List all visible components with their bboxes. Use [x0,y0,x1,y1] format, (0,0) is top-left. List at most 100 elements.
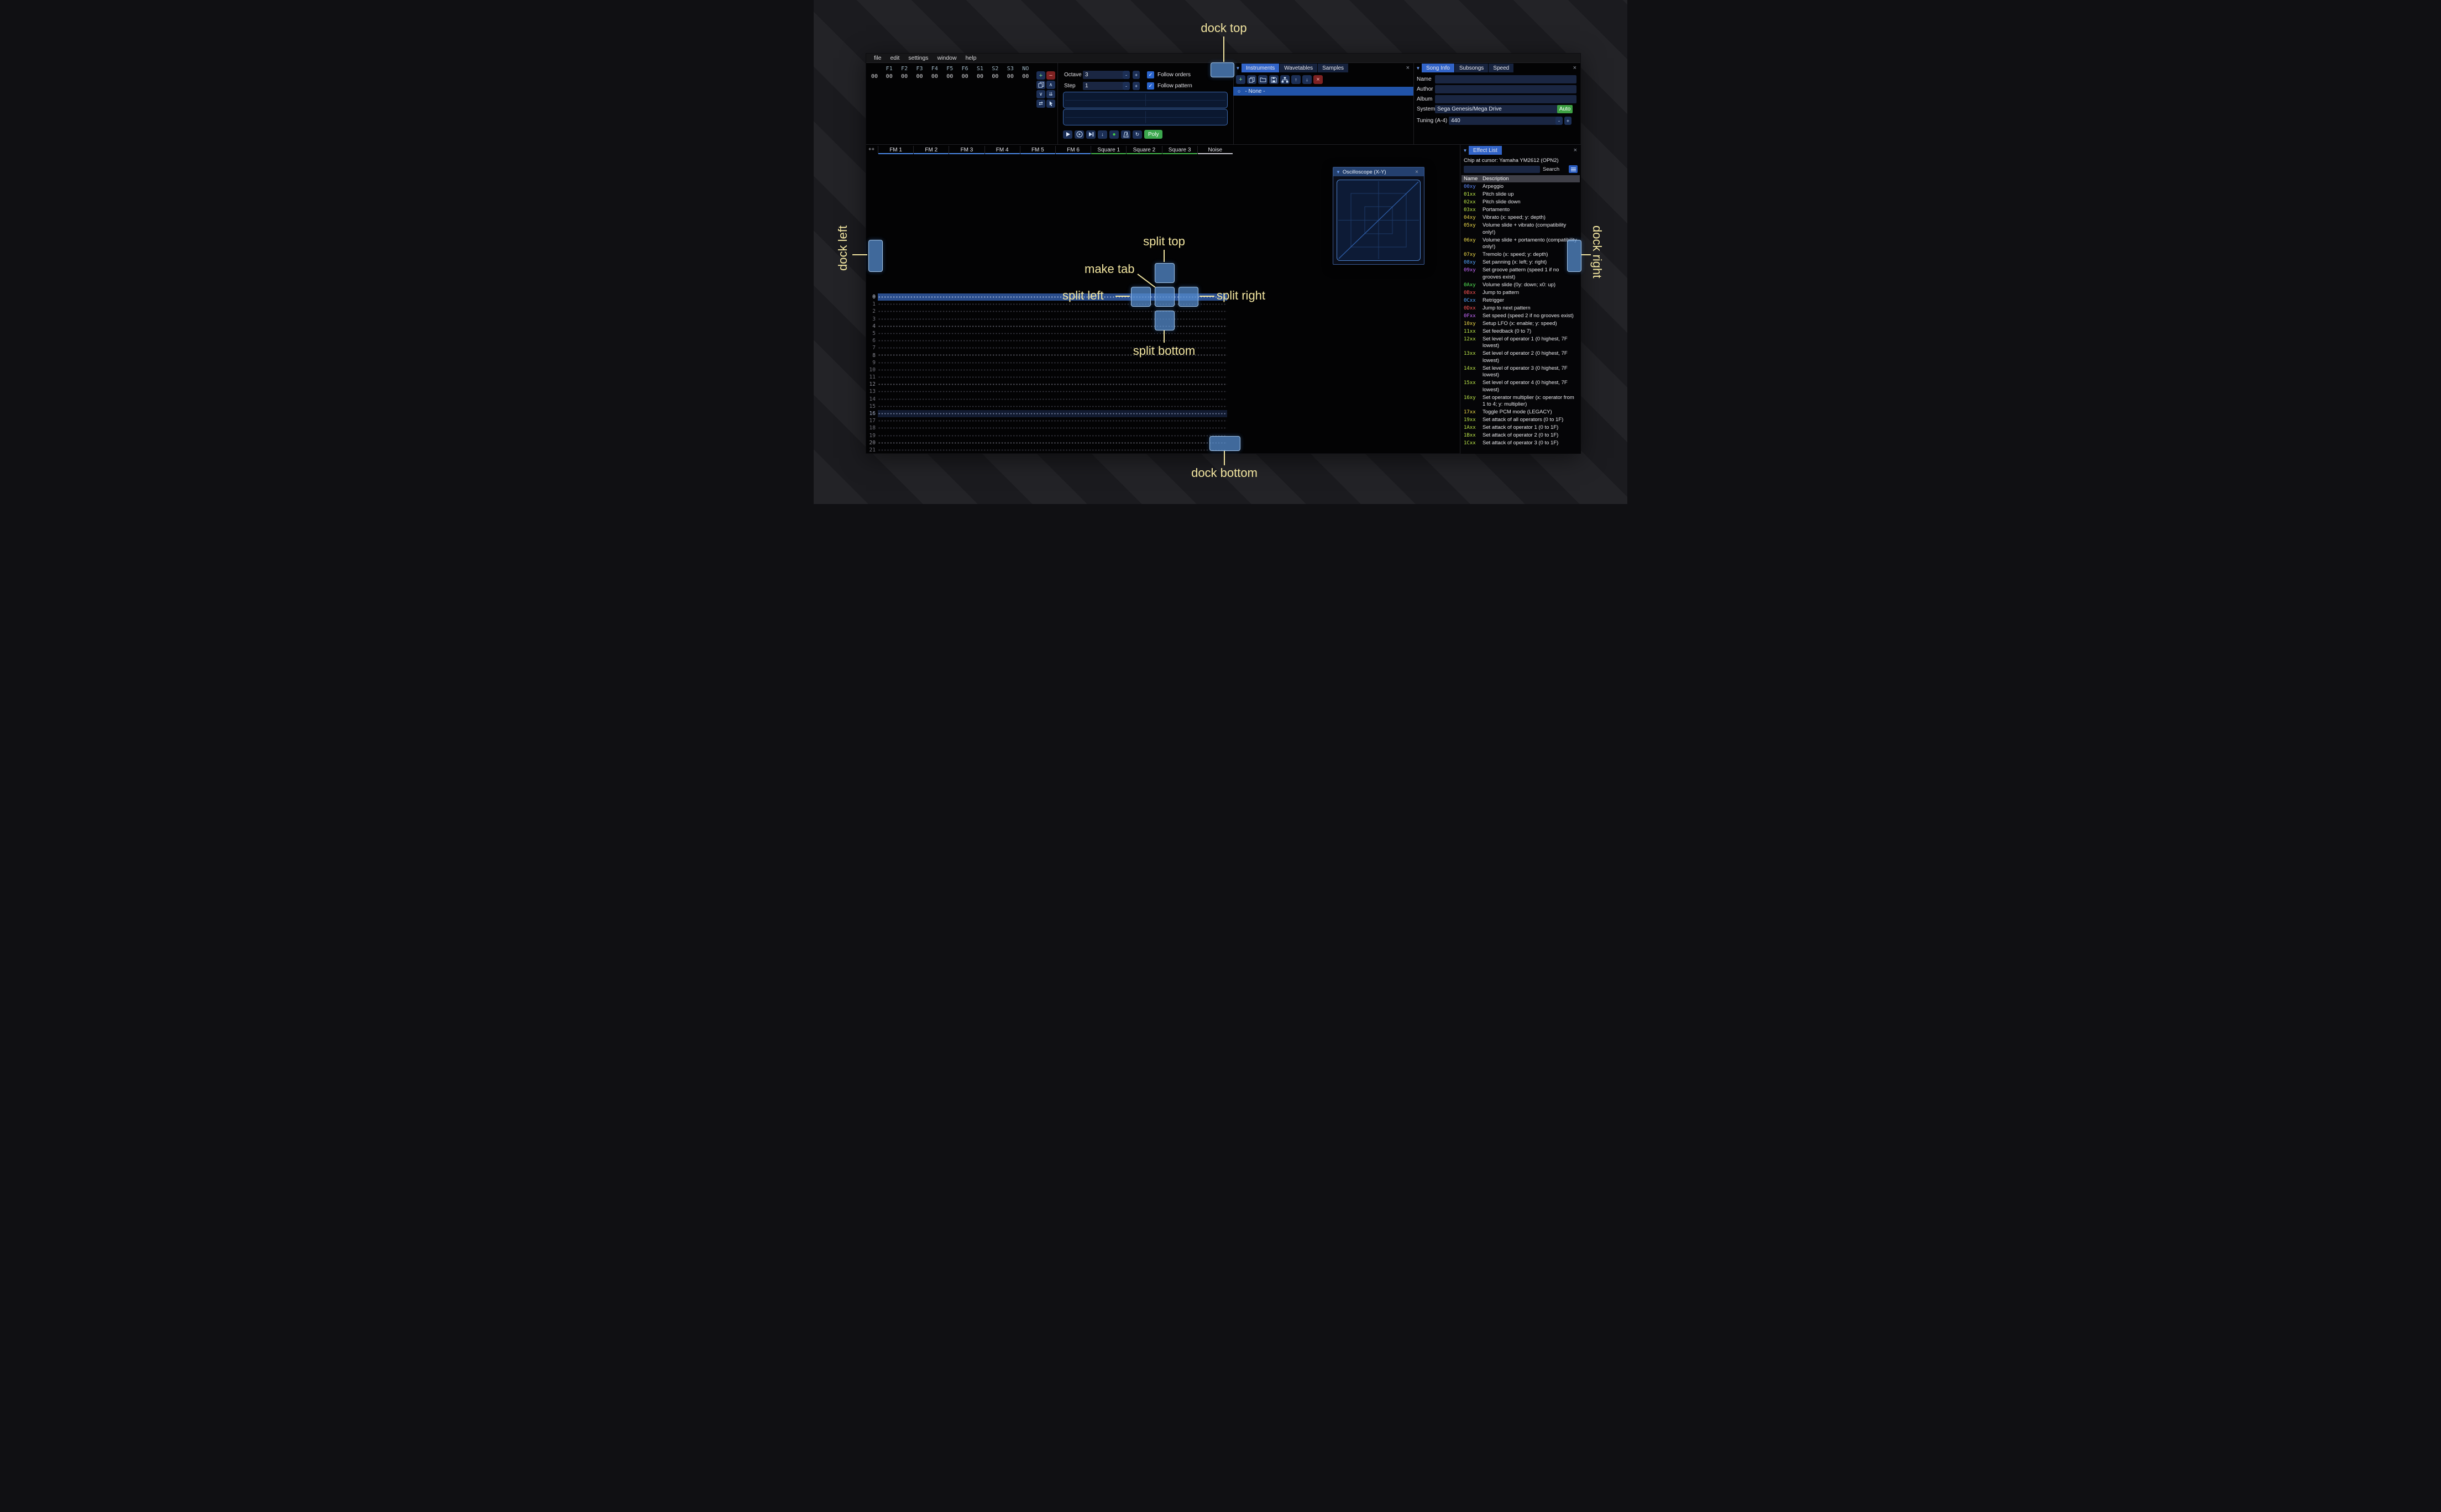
octave-plus-button[interactable]: + [1133,71,1140,79]
instruments-tab[interactable]: Wavetables [1280,64,1318,72]
instrument-move-down-button[interactable]: ↓ [1302,75,1312,84]
album-input[interactable] [1435,95,1576,103]
follow-pattern-checkbox[interactable]: ✓ [1147,82,1154,90]
instruments-tab[interactable]: Instruments [1242,64,1280,72]
pattern-row-cells[interactable] [878,439,1227,447]
order-row-index[interactable]: 00 [867,73,882,81]
system-input[interactable]: Sega Genesis/Mega Drive [1435,105,1559,113]
order-cell[interactable]: 00 [897,73,912,81]
channel-header[interactable]: Square 3 [1161,146,1197,154]
split-top-target[interactable] [1155,263,1175,283]
close-icon[interactable]: × [1571,147,1580,154]
order-cell[interactable]: 00 [1003,73,1018,81]
octave-input[interactable]: 3 [1083,71,1124,79]
effect-list-tab[interactable]: Effect List [1469,146,1502,155]
dock-left-target[interactable] [868,240,883,272]
close-icon[interactable]: × [1412,169,1421,175]
pattern-row-cells[interactable] [878,315,1227,323]
instrument-open-button[interactable] [1258,75,1267,84]
instrument-delete-button[interactable]: × [1313,75,1323,84]
instrument-move-up-button[interactable]: ↑ [1291,75,1301,84]
order-cell[interactable]: 00 [1018,73,1033,81]
channel-header[interactable]: FM 6 [1055,146,1091,154]
step-input[interactable]: 1 [1083,82,1124,90]
pattern-row-cells[interactable] [878,374,1227,381]
poly-toggle-button[interactable]: Poly [1144,130,1163,139]
song-info-tab[interactable]: Speed [1489,64,1514,72]
pattern-row-cells[interactable] [878,395,1227,403]
edit-record-toggle[interactable]: ● [1109,130,1119,139]
step-one-row-button[interactable] [1086,130,1096,139]
song-info-tab[interactable]: Subsongs [1454,64,1489,72]
metronome-button[interactable] [1121,130,1130,139]
channel-header[interactable]: FM 2 [913,146,949,154]
dock-top-target[interactable] [1211,62,1234,77]
order-cell[interactable]: 00 [972,73,987,81]
pattern-row-cells[interactable] [878,446,1227,454]
instrument-duplicate-button[interactable] [1247,75,1256,84]
order-move-up-button[interactable]: ∧ [1046,81,1055,89]
pattern-row-cells[interactable] [878,424,1227,432]
order-add-button[interactable]: + [1036,71,1045,80]
channel-header[interactable]: Square 2 [1126,146,1162,154]
pattern-row-cells[interactable] [878,417,1227,425]
collapse-arrow-icon[interactable]: ▼ [1336,170,1340,175]
split-right-target[interactable] [1178,287,1198,307]
step-minus-button[interactable]: - [1123,82,1130,90]
pattern-row-cells[interactable] [878,388,1227,396]
menu-item[interactable]: help [961,55,981,61]
octave-minus-button[interactable]: - [1123,71,1130,79]
pattern-row-cells[interactable] [878,301,1227,308]
collapse-arrow-icon[interactable]: ▼ [1415,66,1422,71]
order-cell[interactable]: 00 [957,73,972,81]
menu-item[interactable]: edit [886,55,904,61]
pattern-row-cells[interactable] [878,410,1227,418]
pattern-row-cells[interactable] [878,432,1227,439]
pattern-row-cells[interactable] [878,329,1227,338]
make-tab-target[interactable] [1155,287,1175,307]
menu-item[interactable]: file [869,55,886,61]
system-auto-button[interactable]: Auto [1557,105,1573,113]
dock-bottom-target[interactable] [1209,436,1240,451]
channel-header[interactable]: FM 4 [984,146,1020,154]
order-edit-mode-button[interactable] [1046,99,1055,108]
tuning-plus-button[interactable]: + [1564,117,1572,125]
move-cursor-down-button[interactable]: ↓ [1098,130,1107,139]
split-bottom-target[interactable] [1155,311,1175,330]
name-input[interactable] [1435,75,1576,83]
instrument-add-button[interactable]: + [1236,75,1245,84]
order-cell[interactable]: 00 [912,73,927,81]
instruments-tab[interactable]: Samples [1318,64,1349,72]
follow-orders-checkbox[interactable]: ✓ [1147,71,1154,78]
order-cell[interactable]: 00 [882,73,897,81]
song-info-tab[interactable]: Song Info [1422,64,1454,72]
play-button[interactable] [1063,130,1072,139]
channel-header[interactable]: FM 1 [878,146,914,154]
instrument-save-button[interactable] [1269,75,1279,84]
order-remove-button[interactable]: − [1046,71,1055,80]
channel-expand-toggle[interactable]: ++ [868,146,874,153]
pattern-row-cells[interactable] [878,308,1227,316]
menu-item[interactable]: window [933,55,961,61]
effect-search-input[interactable] [1464,165,1540,173]
pattern-row-cells[interactable] [878,366,1227,374]
collapse-arrow-icon[interactable]: ▼ [1462,148,1469,153]
oscilloscope-title-bar[interactable]: ▼ Oscilloscope (X-Y) × [1333,167,1424,176]
split-left-target[interactable] [1131,287,1151,307]
tuning-minus-button[interactable]: - [1555,117,1563,125]
order-cell[interactable]: 00 [942,73,957,81]
channel-header[interactable]: FM 5 [1019,146,1055,154]
effect-list-menu-button[interactable] [1569,165,1578,173]
pattern-row-cells[interactable] [878,322,1227,330]
repeat-pattern-button[interactable]: ↻ [1133,130,1142,139]
order-cell[interactable]: 00 [927,73,942,81]
play-from-start-button[interactable] [1075,130,1084,139]
pattern-row-cells[interactable] [878,293,1227,301]
instrument-list-selected-row[interactable]: ○ - None - [1233,87,1413,96]
step-plus-button[interactable]: + [1133,82,1140,90]
menu-item[interactable]: settings [904,55,933,61]
order-exchange-button[interactable]: ⇄ [1036,99,1045,108]
pattern-row-cells[interactable] [878,402,1227,410]
instrument-organize-button[interactable] [1280,75,1290,84]
order-duplicate-button[interactable] [1036,81,1045,89]
